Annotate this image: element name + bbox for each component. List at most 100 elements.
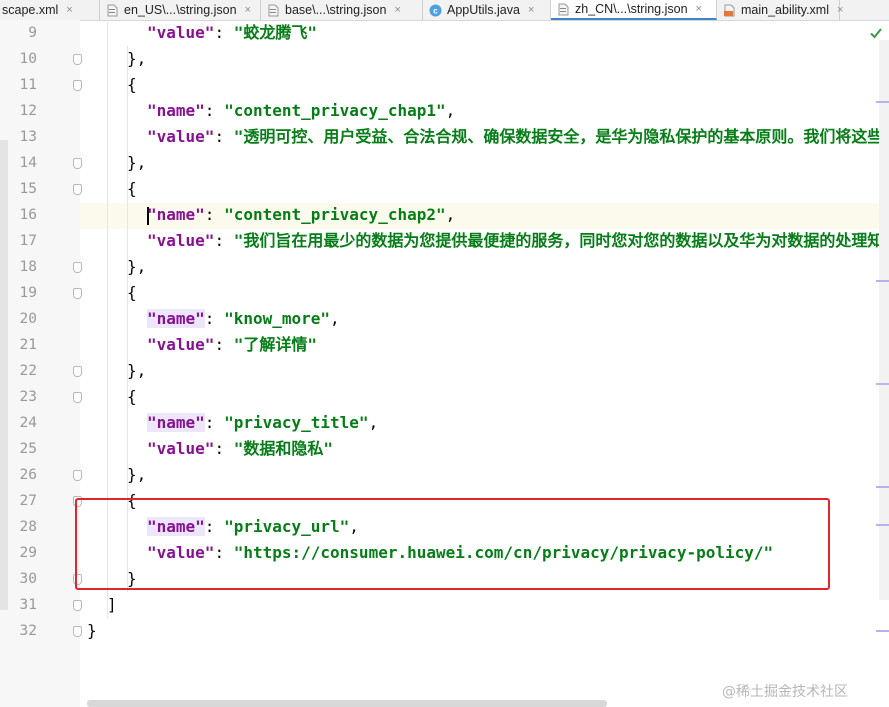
svg-text:c: c — [433, 6, 438, 15]
json-punctuation: , — [368, 413, 379, 432]
line-number: 24 — [19, 415, 37, 431]
json-punctuation: }, — [127, 465, 147, 484]
json-file-icon — [268, 4, 279, 16]
tab-label: main_ability.xml — [741, 3, 829, 17]
json-punctuation: } — [87, 621, 97, 640]
json-key: "value" — [147, 335, 215, 354]
tab-1[interactable]: en_US\...\string.json × — [100, 0, 261, 20]
watermark: @稀土掘金技术社区 — [722, 684, 848, 700]
line-number: 25 — [19, 441, 37, 457]
line-number: 18 — [19, 259, 37, 275]
tab-2[interactable]: base\...\string.json × — [261, 0, 423, 20]
json-string: "know_more" — [224, 309, 331, 328]
json-string: "透明可控、用户受益、合法合规、确保数据安全，是华为隐私保护的基本原则。我们将这… — [233, 127, 889, 146]
json-string: "了解详情" — [233, 335, 317, 354]
tab-4[interactable]: zh_CN\...\string.json × — [551, 0, 717, 20]
tab-label: scape.xml — [2, 3, 59, 17]
close-icon[interactable]: × — [696, 3, 702, 15]
line-number: 11 — [19, 77, 37, 93]
scrollbar-marker[interactable] — [876, 383, 889, 385]
json-key: "name" — [147, 205, 205, 224]
line-number: 28 — [19, 519, 37, 535]
json-punctuation: , — [330, 309, 340, 328]
scrollbar-marker[interactable] — [876, 630, 889, 632]
json-punctuation: , — [445, 101, 456, 120]
json-punctuation: { — [127, 179, 137, 198]
json-punctuation: : — [214, 335, 234, 354]
line-number: 22 — [19, 363, 37, 379]
close-icon[interactable]: × — [528, 4, 534, 16]
json-punctuation: }, — [127, 49, 147, 68]
json-string: "content_privacy_chap1" — [224, 101, 446, 120]
horizontal-scrollbar[interactable] — [87, 700, 607, 707]
line-number: 16 — [19, 207, 37, 223]
json-punctuation: ] — [107, 595, 117, 614]
scrollbar-marker[interactable] — [876, 524, 889, 526]
code-line[interactable]: "name": "know_more", — [147, 306, 340, 332]
tab-0[interactable]: scape.xml × — [0, 0, 100, 20]
json-punctuation: : — [214, 231, 234, 250]
line-number: 12 — [19, 103, 37, 119]
code-line[interactable]: } — [87, 618, 97, 644]
java-class-icon: c — [429, 4, 442, 16]
tab-3[interactable]: c AppUtils.java × — [423, 0, 551, 20]
code-line[interactable]: }, — [127, 358, 146, 384]
line-number: 27 — [19, 493, 37, 509]
code-line[interactable]: { — [127, 384, 137, 410]
line-number: 31 — [19, 597, 37, 613]
json-key: "name" — [147, 413, 205, 432]
code-line[interactable]: "value": "蛟龙腾飞" — [147, 20, 317, 46]
scrollbar-marker[interactable] — [876, 486, 889, 488]
line-number: 15 — [19, 181, 37, 197]
code-line[interactable]: "name": "content_privacy_chap2", — [147, 202, 455, 228]
scrollbar-marker[interactable] — [876, 280, 889, 282]
json-string: "蛟龙腾飞" — [233, 23, 317, 42]
tab-5[interactable]: main_ability.xml × — [717, 0, 843, 20]
json-punctuation: : — [214, 23, 234, 42]
json-punctuation: , — [445, 205, 456, 224]
code-line[interactable]: }, — [127, 150, 146, 176]
code-line[interactable]: "name": "content_privacy_chap1", — [147, 98, 455, 124]
close-icon[interactable]: × — [245, 4, 251, 16]
code-line[interactable]: "value": "透明可控、用户受益、合法合规、确保数据安全，是华为隐私保护的… — [147, 124, 889, 150]
json-punctuation: }, — [127, 257, 147, 276]
line-number-gutter: 9 10 11 12 13 14 15 16 17 18 19 20 21 22 23 24 25 26 27 28 2… — [0, 20, 82, 707]
json-punctuation: : — [204, 413, 225, 432]
code-line[interactable]: "value": "数据和隐私" — [147, 436, 333, 462]
line-number: 32 — [19, 623, 37, 639]
json-file-icon — [107, 4, 118, 16]
scrollbar-marker[interactable] — [876, 101, 889, 103]
code-line[interactable]: { — [127, 280, 137, 306]
close-icon[interactable]: × — [394, 4, 400, 16]
line-number: 21 — [19, 337, 37, 353]
json-punctuation: : — [204, 205, 225, 224]
vertical-scrollbar[interactable] — [879, 40, 889, 600]
line-number: 14 — [19, 155, 37, 171]
json-punctuation: : — [214, 439, 234, 458]
json-file-icon — [558, 3, 569, 15]
code-line[interactable]: ] — [107, 592, 117, 618]
code-line[interactable]: { — [127, 176, 137, 202]
code-line[interactable]: "value": "我们旨在用最少的数据为您提供最便捷的服务，同时您对您的数据以… — [147, 228, 889, 254]
code-editor[interactable]: "value": "蛟龙腾飞"}, { "name": "content_priva… — [80, 20, 889, 707]
code-line[interactable]: "value": "了解详情" — [147, 332, 317, 358]
json-key: "value" — [147, 23, 215, 42]
line-number: 23 — [19, 389, 37, 405]
close-icon[interactable]: × — [66, 4, 72, 16]
tab-label: zh_CN\...\string.json — [575, 2, 688, 16]
close-icon[interactable]: × — [837, 4, 843, 16]
check-icon — [870, 28, 882, 39]
line-number: 17 — [19, 233, 37, 249]
code-line[interactable]: { — [127, 72, 137, 98]
json-key: "value" — [147, 439, 215, 458]
code-line[interactable]: }, — [127, 254, 146, 280]
tab-label: base\...\string.json — [285, 3, 387, 17]
code-line[interactable]: "name": "privacy_title", — [147, 410, 378, 436]
highlight-box — [75, 498, 830, 590]
json-punctuation: }, — [127, 361, 147, 380]
json-string: "我们旨在用最少的数据为您提供最便捷的服务，同时您对您的数据以及华为对数据的处理… — [233, 231, 889, 250]
json-string: "privacy_title" — [224, 413, 369, 432]
code-line[interactable]: }, — [127, 462, 146, 488]
code-line[interactable]: }, — [127, 46, 146, 72]
line-number: 30 — [19, 571, 37, 587]
